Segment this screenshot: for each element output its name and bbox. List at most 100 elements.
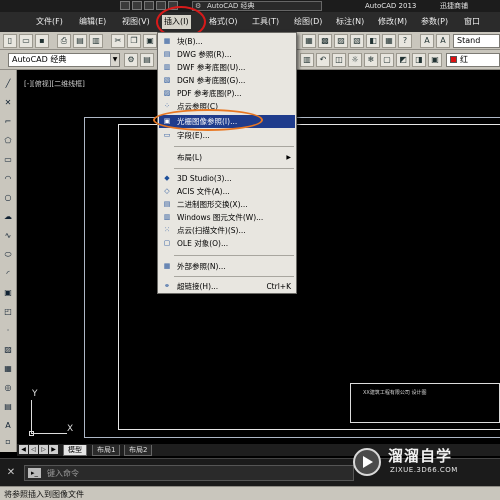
preview-icon[interactable]: ▤ [73,34,87,48]
layer-prev-icon[interactable]: ↶ [316,53,330,67]
command-prompt-icon[interactable]: ▸_ [28,468,41,478]
menu-dimension[interactable]: 标注(N) [334,15,366,29]
line-icon[interactable]: ╱ [2,78,14,90]
menu-window[interactable]: 窗口 [462,15,482,29]
layer-off-icon[interactable]: ☼ [348,53,362,67]
help-icon[interactable]: ? [398,34,412,48]
workspace-combo[interactable]: AutoCAD 经典 ▼ [8,53,120,67]
menu-edit[interactable]: 编辑(E) [77,15,108,29]
menu-item-ole[interactable]: ▢ OLE 对象(O)... [159,237,295,250]
open-file-icon[interactable]: ▭ [19,34,33,48]
polyline-icon[interactable]: ⌐ [2,116,14,128]
menu-item-3dstudio[interactable]: ◆ 3D Studio(3)... [159,172,295,185]
ellipse-arc-icon[interactable]: ◜ [2,268,14,280]
layer-freeze-icon[interactable]: ❄ [364,53,378,67]
menu-item-wmf[interactable]: ▥ Windows 图元文件(W)... [159,211,295,224]
menu-item-label: 外部参照(N)... [177,262,226,271]
menu-item-dgn-underlay[interactable]: ▧ DGN 参考底图(G)... [159,74,295,87]
menu-draw[interactable]: 绘图(D) [292,15,324,29]
menu-separator [174,255,294,256]
construction-line-icon[interactable]: ✕ [2,97,14,109]
layer-iso-icon[interactable]: ◫ [332,53,346,67]
tab-layout2[interactable]: 布局2 [124,445,153,456]
prev-tab-icon[interactable]: ◁ [29,445,38,454]
gradient-icon[interactable]: ▦ [2,363,14,375]
layer-walk-icon[interactable]: ▣ [428,53,442,67]
rectangle-icon[interactable]: ▭ [2,154,14,166]
publish-icon[interactable]: ▥ [89,34,103,48]
layer-state-icon[interactable]: ▥ [300,53,314,67]
layer-current-icon[interactable]: ◨ [412,53,426,67]
scan-icon: ⁙ [164,226,170,234]
color-combo[interactable]: 红 [446,53,500,67]
menu-parametric[interactable]: 参数(P) [419,15,450,29]
last-tab-icon[interactable]: ▶ [49,445,58,454]
command-box[interactable]: ▸_ [24,465,354,481]
table-icon[interactable]: ▤ [2,401,14,413]
qnew-icon[interactable]: ▯ [3,34,17,48]
text-style-combo[interactable]: Stand [453,34,500,48]
command-input[interactable] [47,467,347,479]
menu-item-dwf-underlay[interactable]: ▥ DWF 参考底图(U)... [159,61,295,74]
menu-item-acis[interactable]: ◇ ACIS 文件(A)... [159,185,295,198]
tab-layout1[interactable]: 布局1 [92,445,121,456]
cut-icon[interactable]: ✂ [111,34,125,48]
circle-icon[interactable]: ○ [2,192,14,204]
menu-modify[interactable]: 修改(M) [376,15,409,29]
menu-format[interactable]: 格式(O) [207,15,240,29]
layer-icon[interactable]: ▤ [140,53,154,67]
gear-icon[interactable]: ⚙ [124,53,138,67]
menu-item-pointcloud-scan[interactable]: ⁙ 点云(扫描文件)(S)... [159,224,295,237]
point-icon[interactable]: · [2,325,14,337]
make-block-icon[interactable]: ◰ [2,306,14,318]
properties-icon[interactable]: ▦ [302,34,316,48]
undo-icon[interactable] [144,1,154,10]
text-style-icon[interactable]: A [420,34,434,48]
calc-icon[interactable]: ▦ [382,34,396,48]
arc-icon[interactable]: ◠ [2,173,14,185]
workspace-switcher[interactable]: ⚙ AutoCAD 经典 [192,1,322,11]
menu-item-dxb[interactable]: ▤ 二进制图形交换(X)... [159,198,295,211]
menu-item-xref[interactable]: ▦ 外部参照(N)... [159,260,295,273]
layer-match-icon[interactable]: ◩ [396,53,410,67]
copy-icon[interactable]: ❐ [127,34,141,48]
menu-item-dwg-ref[interactable]: ▤ DWG 参照(R)... [159,48,295,61]
watermark-name: 溜溜自学 [388,447,453,465]
menu-item-block[interactable]: ▦ 块(B)... [159,35,295,48]
spline-icon[interactable]: ∿ [2,230,14,242]
menu-item-hyperlink[interactable]: ⚭ 超链接(H)... Ctrl+K [159,280,295,293]
menu-file[interactable]: 文件(F) [34,15,65,29]
ellipse-icon[interactable]: ⬭ [2,249,14,261]
polygon-icon[interactable]: ⬠ [2,135,14,147]
menu-item-pdf-underlay[interactable]: ▨ PDF 参考底图(P)... [159,87,295,100]
save-icon[interactable]: ▪ [35,34,49,48]
print-icon[interactable]: ⎙ [57,34,71,48]
viewport-controls[interactable]: [-][俯视][二维线框] [24,79,85,89]
sheetset-icon[interactable]: ▧ [350,34,364,48]
layer-lock-icon[interactable]: ▢ [380,53,394,67]
mtext-icon[interactable]: A [2,420,14,432]
hatch-icon[interactable]: ▨ [2,344,14,356]
menu-tools[interactable]: 工具(T) [250,15,281,29]
close-icon[interactable]: ✕ [5,467,17,479]
text-style-dropdown-icon[interactable]: A [436,34,450,48]
open-icon[interactable] [132,1,142,10]
menu-item-field[interactable]: ▭ 字段(E)... [159,129,295,142]
paste-icon[interactable]: ▣ [143,34,157,48]
revcloud-icon[interactable]: ☁ [2,211,14,223]
region-icon[interactable]: ◎ [2,382,14,394]
toolpalette-icon[interactable]: ▨ [334,34,348,48]
next-tab-icon[interactable]: ▷ [39,445,48,454]
menu-item-layout[interactable]: 布局(L) ▶ [159,151,295,164]
tab-model[interactable]: 模型 [63,445,87,456]
menu-view[interactable]: 视图(V) [120,15,152,29]
add-selected-icon[interactable]: ▫ [2,436,14,448]
menu-separator [174,276,294,277]
designcenter-icon[interactable]: ▩ [318,34,332,48]
markup-icon[interactable]: ◧ [366,34,380,48]
pointcloud-icon: ⁘ [164,102,170,110]
new-icon[interactable] [120,1,130,10]
insert-block-icon[interactable]: ▣ [2,287,14,299]
user-name[interactable]: 迅捷商铺 [440,1,468,11]
first-tab-icon[interactable]: ◀ [19,445,28,454]
